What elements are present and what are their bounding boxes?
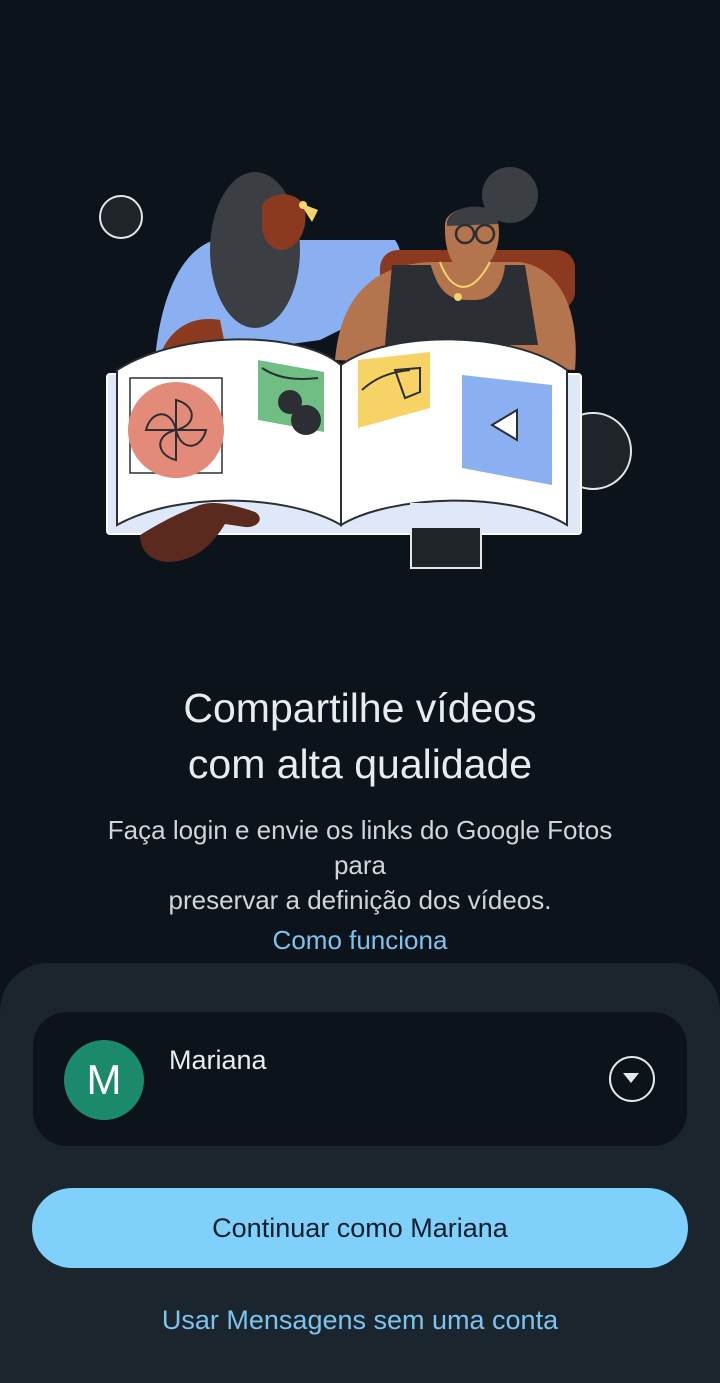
page-title: Compartilhe vídeos com alta qualidade <box>0 680 720 792</box>
decor-circle-small <box>99 195 143 239</box>
photo-book-illustration <box>99 167 632 569</box>
account-dropdown-button[interactable] <box>609 1056 655 1102</box>
account-name: Mariana <box>169 1045 267 1075</box>
description-line-1: Faça login e envie os links do Google Fo… <box>107 815 613 845</box>
avatar: M <box>64 1040 144 1120</box>
chevron-down-icon <box>623 1073 639 1083</box>
description: Faça login e envie os links do Google Fo… <box>60 813 660 918</box>
description-line-2: para <box>333 850 387 880</box>
continue-button[interactable]: Continuar como Mariana <box>32 1188 688 1268</box>
title-line-1: Compartilhe vídeos <box>183 685 537 731</box>
use-without-account-link[interactable]: Usar Mensagens sem uma conta <box>0 1305 720 1336</box>
open-book <box>106 338 582 535</box>
how-it-works-link[interactable]: Como funciona <box>0 925 720 956</box>
title-line-2: com alta qualidade <box>187 741 533 787</box>
description-line-3: preservar a definição dos vídeos. <box>168 885 552 915</box>
